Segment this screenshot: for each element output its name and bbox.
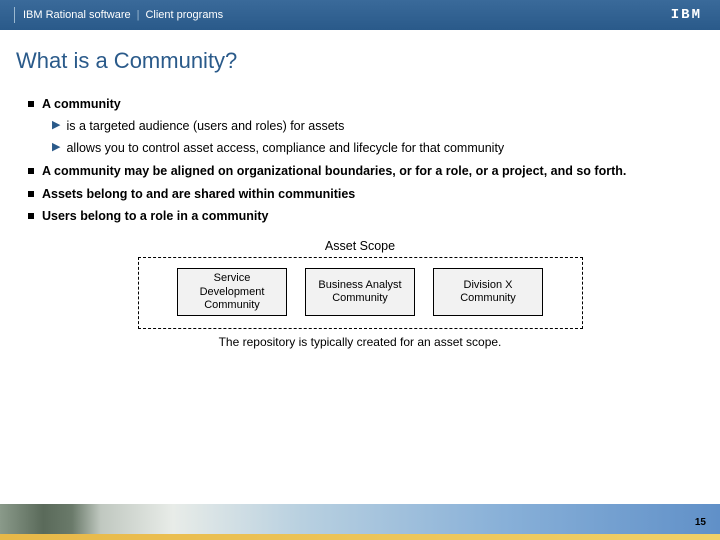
footer-image-strip [0,504,720,534]
arrow-icon: ▶ [52,118,60,135]
ibm-logo: IBM [671,7,702,23]
header-text-1: IBM Rational software [23,9,131,21]
diagram-caption: The repository is typically created for … [138,335,583,349]
diagram-box: Service Development Community Business A… [138,257,583,329]
bullet-1-text: A community [42,96,121,113]
page-number: 15 [695,517,706,528]
bullet-2: A community may be aligned on organizati… [28,163,692,180]
bullet-1-sub-2: ▶ allows you to control asset access, co… [52,140,692,157]
asset-scope-diagram: Asset Scope Service Development Communit… [138,239,583,349]
bullet-3-text: Assets belong to and are shared within c… [42,186,355,203]
header-left: IBM Rational software | Client programs [0,7,223,23]
header-bar: IBM Rational software | Client programs … [0,0,720,30]
header-text-2: Client programs [145,9,223,21]
bullet-1: A community [28,96,692,113]
bullet-square-icon [28,168,34,174]
scope-cell-1: Service Development Community [177,268,287,316]
content-area: A community ▶ is a targeted audience (us… [0,86,720,349]
diagram-title: Asset Scope [138,239,583,253]
bullet-1-sub-1: ▶ is a targeted audience (users and role… [52,118,692,135]
bullet-1-sub-2-text: allows you to control asset access, comp… [66,140,504,157]
header-separator: | [137,9,140,21]
footer-accent-bar [0,534,720,540]
page-title: What is a Community? [0,30,720,86]
bullet-2-text: A community may be aligned on organizati… [42,163,626,180]
footer: 15 [0,504,720,540]
bullet-3: Assets belong to and are shared within c… [28,186,692,203]
scope-cell-3: Division X Community [433,268,543,316]
bullet-4-text: Users belong to a role in a community [42,208,268,225]
scope-cell-2: Business Analyst Community [305,268,415,316]
bullet-4: Users belong to a role in a community [28,208,692,225]
bullet-square-icon [28,213,34,219]
bullet-1-sub-1-text: is a targeted audience (users and roles)… [66,118,344,135]
bullet-square-icon [28,101,34,107]
bullet-square-icon [28,191,34,197]
header-divider [14,7,15,23]
arrow-icon: ▶ [52,140,60,157]
